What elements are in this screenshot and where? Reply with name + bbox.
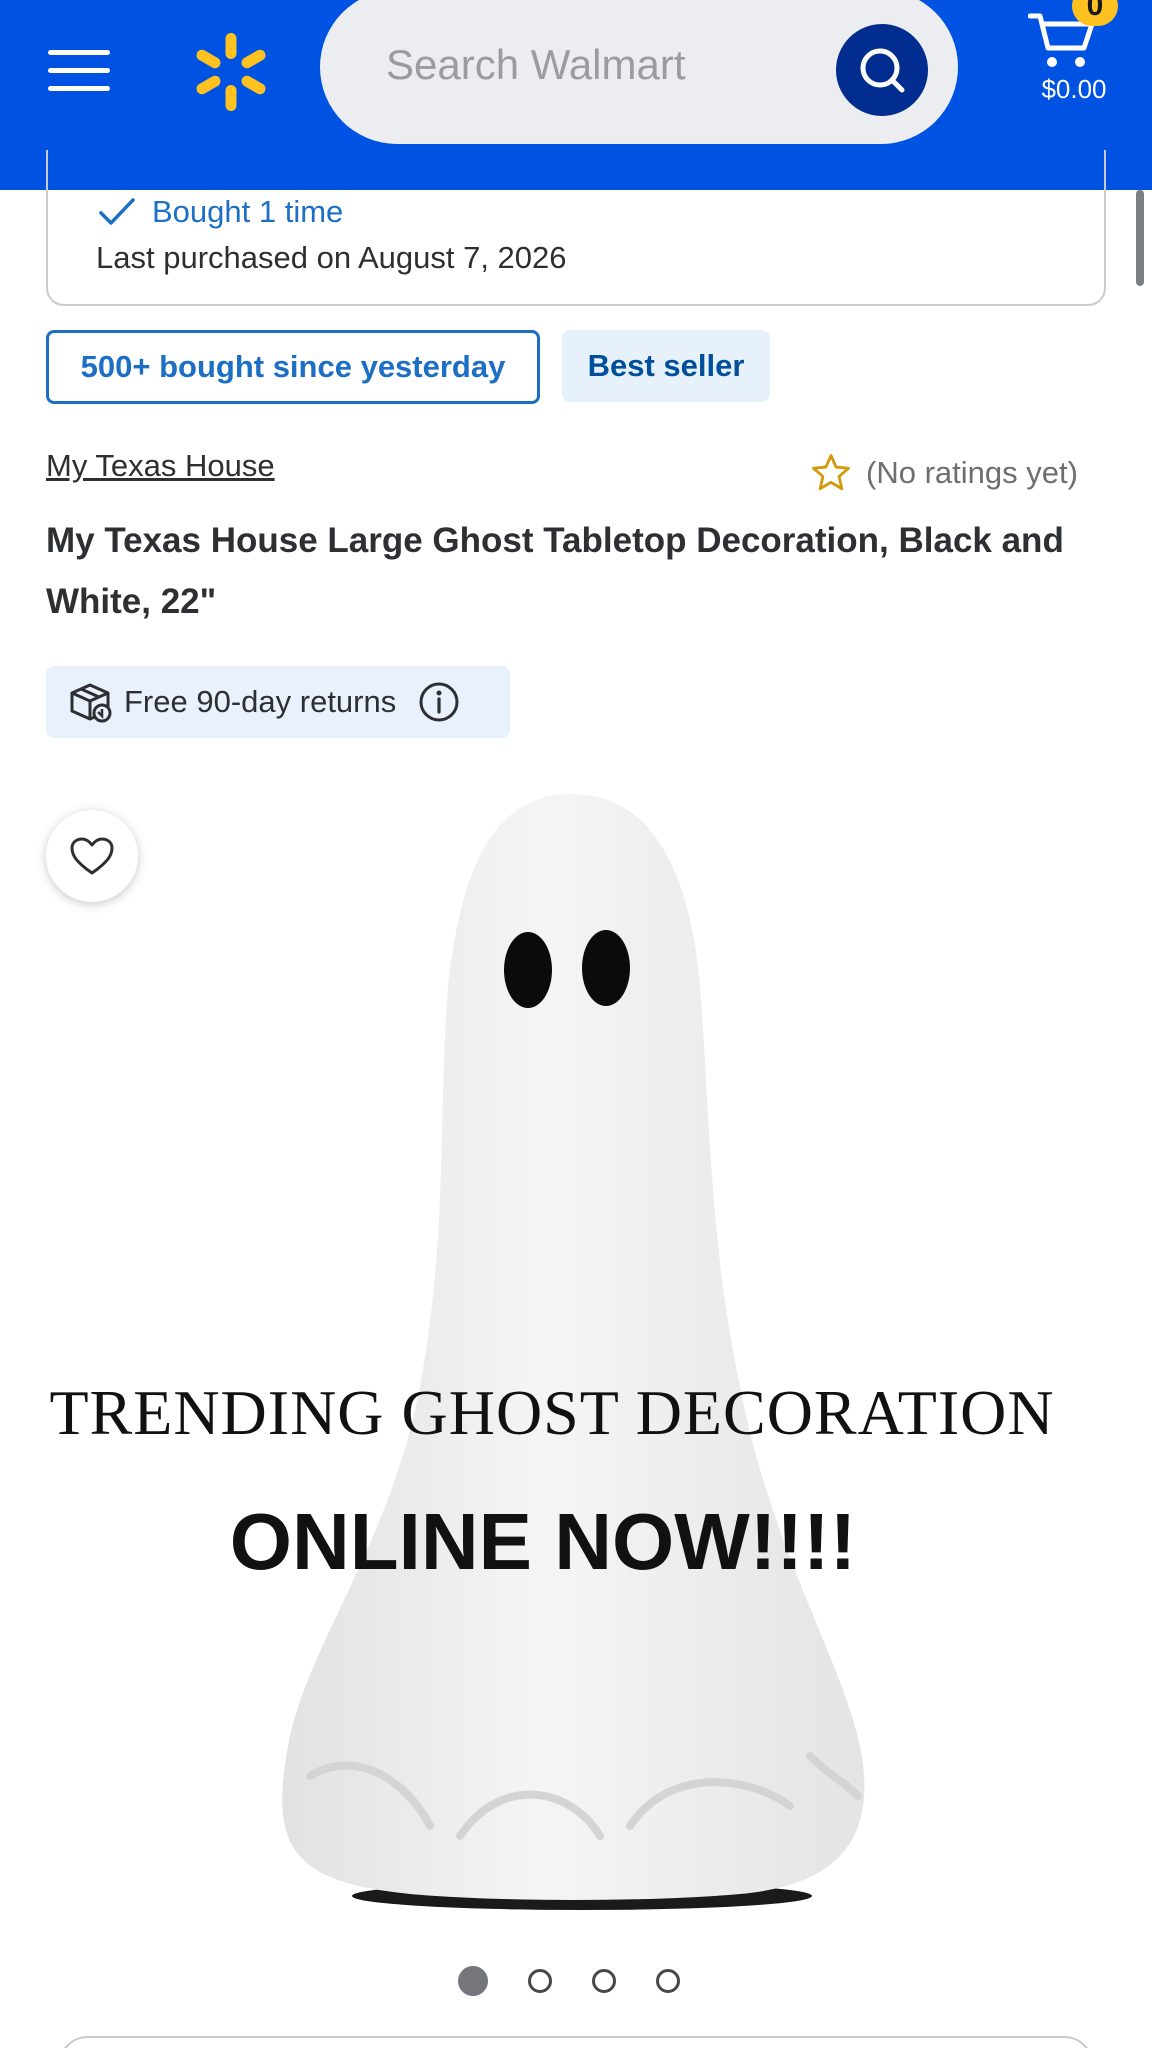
carousel-dot-1[interactable] xyxy=(458,1966,488,1996)
rating-summary[interactable]: (No ratings yet) xyxy=(810,452,1078,494)
next-section-card xyxy=(58,2036,1094,2048)
carousel-pagination xyxy=(458,1966,680,1996)
menu-icon[interactable] xyxy=(48,46,112,96)
rating-text: (No ratings yet) xyxy=(866,455,1078,490)
menu-line xyxy=(48,68,110,73)
overlay-subheadline: ONLINE NOW!!!! xyxy=(229,1497,857,1586)
popularity-badge: 500+ bought since yesterday xyxy=(46,330,540,404)
walmart-spark-logo[interactable] xyxy=(190,31,272,113)
search-icon xyxy=(860,48,905,93)
purchase-history-card: Bought 1 time Last purchased on August 7… xyxy=(46,150,1106,306)
cart-button[interactable]: 0 $0.00 xyxy=(1016,0,1132,120)
search-bar xyxy=(320,0,958,144)
return-box-icon xyxy=(70,683,112,723)
best-seller-badge: Best seller xyxy=(562,330,770,402)
brand-link[interactable]: My Texas House xyxy=(46,448,275,484)
menu-line xyxy=(48,50,110,55)
bought-count: Bought 1 time xyxy=(98,194,343,230)
info-icon[interactable] xyxy=(418,681,460,723)
carousel-dot-3[interactable] xyxy=(592,1969,616,1993)
favorite-button[interactable] xyxy=(46,810,138,902)
returns-pill: Free 90-day returns xyxy=(46,666,510,738)
product-title: My Texas House Large Ghost Tabletop Deco… xyxy=(46,521,1064,621)
menu-line xyxy=(48,86,110,91)
star-outline-icon xyxy=(812,454,850,491)
checkmark-icon xyxy=(99,198,135,225)
returns-text: Free 90-day returns xyxy=(124,684,397,719)
bought-label: Bought 1 time xyxy=(152,194,344,229)
product-image-carousel[interactable] xyxy=(0,770,1152,1920)
scrollbar[interactable] xyxy=(1136,190,1144,286)
search-button[interactable] xyxy=(836,24,928,116)
heart-icon xyxy=(70,837,114,875)
search-input[interactable] xyxy=(386,30,826,100)
ghost-decoration-image xyxy=(282,793,865,1910)
overlay-headline: TRENDING GHOST DECORATION xyxy=(49,1377,1055,1448)
carousel-dot-4[interactable] xyxy=(656,1969,680,1993)
carousel-dot-2[interactable] xyxy=(528,1969,552,1993)
cart-total: $0.00 xyxy=(1041,74,1107,104)
last-purchased-date: Last purchased on August 7, 2026 xyxy=(96,240,567,275)
